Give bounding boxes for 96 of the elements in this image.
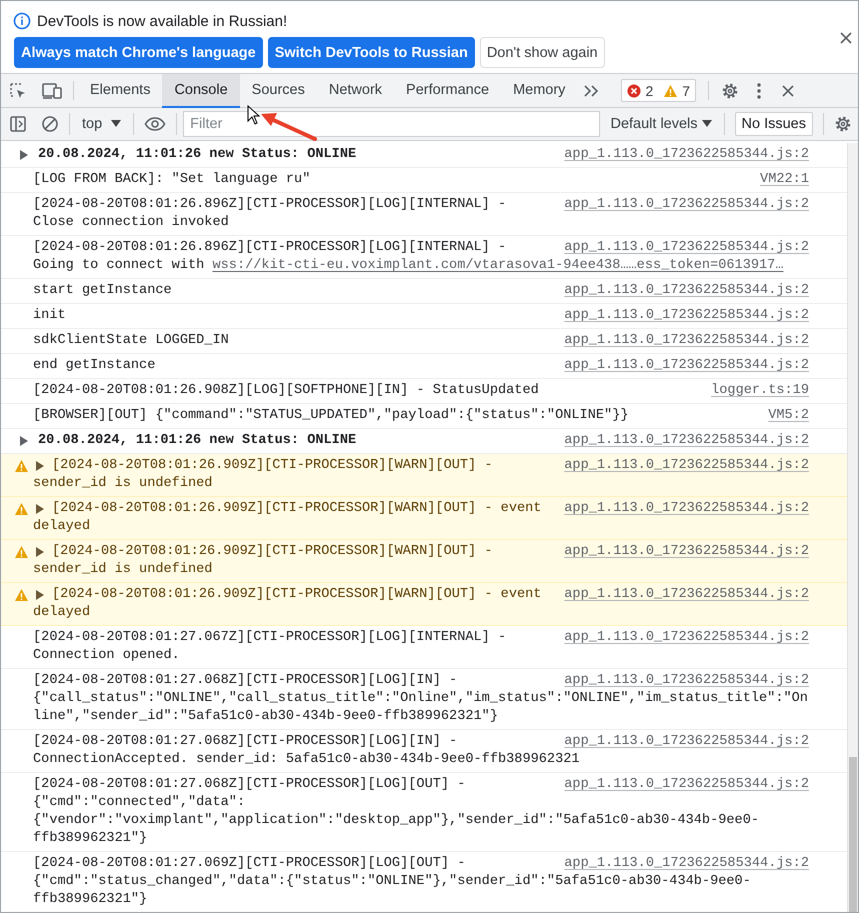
panel-tab[interactable]: Console — [162, 74, 240, 108]
source-link[interactable]: app_1.113.0_1723622585344.js:2 — [564, 332, 809, 350]
banner-button[interactable]: Switch DevTools to Russian — [268, 37, 475, 68]
warning-icon — [14, 459, 29, 473]
panel-tab[interactable]: Network — [316, 74, 394, 108]
warning-icon — [14, 545, 29, 559]
source-link[interactable]: app_1.113.0_1723622585344.js:2 — [564, 629, 809, 647]
log-message: 20.08.2024, 11:01:26 new Status: ONLINE — [38, 432, 356, 450]
info-icon — [13, 12, 31, 30]
warning-icon — [14, 502, 29, 516]
log-message-continuation: sender_id is undefined — [33, 475, 212, 493]
log-message: [2024-08-20T08:01:26.909Z][CTI-PROCESSOR][WARN][OUT] - — [52, 543, 493, 561]
settings-icon[interactable] — [720, 80, 740, 100]
expand-triangle-icon[interactable] — [36, 547, 44, 557]
source-link[interactable]: app_1.113.0_1723622585344.js:2 — [564, 672, 809, 690]
source-link[interactable]: logger.ts:19 — [711, 382, 809, 400]
log-message-continuation: Connection opened. — [33, 647, 180, 665]
source-link[interactable]: VM22:1 — [760, 171, 809, 189]
log-message-continuation: Close connection invoked — [33, 214, 229, 232]
log-message: init — [33, 307, 66, 325]
source-link[interactable]: app_1.113.0_1723622585344.js:2 — [564, 357, 809, 375]
banner-button[interactable]: Always match Chrome's language — [14, 37, 263, 68]
log-message: [2024-08-20T08:01:27.068Z][CTI-PROCESSOR][LOG][OUT] - — [33, 776, 466, 794]
panel-tab[interactable]: Sources — [240, 74, 317, 108]
expand-triangle-icon[interactable] — [36, 461, 44, 471]
log-message: [2024-08-20T08:01:26.909Z][CTI-PROCESSOR][WARN][OUT] - — [52, 457, 493, 475]
console-settings-icon[interactable] — [833, 114, 853, 134]
arrow-annotation — [259, 111, 317, 141]
log-message-continuation: ConnectionAccepted. sender_id: 5afa51c0-ab30-434b-9ee0-ffb389962321 — [33, 751, 580, 769]
source-link[interactable]: app_1.113.0_1723622585344.js:2 — [564, 307, 809, 325]
source-link[interactable]: VM5:2 — [768, 407, 809, 425]
source-link[interactable]: app_1.113.0_1723622585344.js:2 — [564, 196, 809, 214]
log-message: [LOG FROM BACK]: "Set language ru" — [33, 171, 310, 189]
eye-icon[interactable] — [144, 116, 166, 132]
expand-triangle-icon[interactable] — [36, 590, 44, 600]
log-message: [2024-08-20T08:01:27.068Z][CTI-PROCESSOR][LOG][IN] - — [33, 672, 458, 690]
log-message: [2024-08-20T08:01:26.896Z][CTI-PROCESSOR][LOG][INTERNAL] - — [33, 196, 506, 214]
close-icon[interactable] — [781, 84, 796, 98]
close-icon[interactable] — [839, 31, 853, 45]
error-icon — [627, 84, 642, 98]
clear-console-icon[interactable] — [41, 115, 59, 133]
log-message-continuation: delayed — [33, 518, 90, 536]
source-link[interactable]: app_1.113.0_1723622585344.js:2 — [564, 543, 809, 561]
source-link[interactable]: app_1.113.0_1723622585344.js:2 — [564, 586, 809, 604]
panel-tab[interactable]: Memory — [501, 74, 578, 108]
log-message: [2024-08-20T08:01:27.068Z][CTI-PROCESSOR][LOG][IN] - — [33, 733, 458, 751]
log-message-continuation: Going to connect with wss://kit-cti-eu.voximplant.com/vtarasova1-94ee438……ess_token=0613917… — [33, 257, 784, 275]
websocket-link[interactable]: wss://kit-cti-eu.voximplant.com/vtarasova1-94ee438……ess_token=0613917… — [212, 258, 784, 273]
filter-field[interactable]: Filter — [183, 111, 600, 137]
log-message: [BROWSER][OUT] {"command":"STATUS_UPDATED","payload":{"status":"ONLINE"}} — [33, 407, 629, 425]
context-dropdown[interactable]: top — [74, 116, 130, 132]
log-message: [2024-08-20T08:01:26.908Z][LOG][SOFTPHONE][IN] - StatusUpdated — [33, 382, 539, 400]
log-message-continuation: {"call_status":"ONLINE","call_status_title":"Online","im_status":"ONLINE","im_status_title":"On line","sender_id":"5afa51c0-ab30-434b-9ee0-ffb389962321"} — [33, 690, 808, 726]
source-link[interactable]: app_1.113.0_1723622585344.js:2 — [564, 239, 809, 257]
log-message: [2024-08-20T08:01:26.909Z][CTI-PROCESSOR][WARN][OUT] - event — [52, 500, 542, 518]
log-message-continuation: sender_id is undefined — [33, 561, 212, 579]
warning-icon — [14, 588, 29, 602]
source-link[interactable]: app_1.113.0_1723622585344.js:2 — [564, 776, 809, 794]
source-link[interactable]: app_1.113.0_1723622585344.js:2 — [564, 457, 809, 475]
banner-button[interactable]: Don't show again — [480, 37, 605, 68]
sidebar-icon[interactable] — [9, 115, 27, 133]
log-message-continuation: {"cmd":"status_changed","data":{"status":"ONLINE"},"sender_id":"5afa51c0-ab30-434b-9ee0- ffb389962321"} — [33, 873, 751, 909]
expand-triangle-icon[interactable] — [20, 436, 28, 446]
source-link[interactable]: app_1.113.0_1723622585344.js:2 — [564, 432, 809, 450]
log-message: [2024-08-20T08:01:26.896Z][CTI-PROCESSOR][LOG][INTERNAL] - — [33, 239, 506, 257]
scrollbar-thumb[interactable] — [849, 757, 857, 912]
issues-button[interactable]: No Issues — [734, 112, 813, 136]
log-message: [2024-08-20T08:01:26.909Z][CTI-PROCESSOR][WARN][OUT] - event — [52, 586, 542, 604]
issues-counter[interactable]: 2 7 — [621, 79, 696, 102]
more-options-icon[interactable] — [756, 82, 762, 100]
log-message: [2024-08-20T08:01:27.067Z][CTI-PROCESSOR][LOG][INTERNAL] - — [33, 629, 506, 647]
log-message: end getInstance — [33, 357, 156, 375]
log-message: start getInstance — [33, 282, 172, 300]
source-link[interactable]: app_1.113.0_1723622585344.js:2 — [564, 146, 809, 164]
warning-count: 7 — [682, 82, 690, 98]
expand-triangle-icon[interactable] — [36, 504, 44, 514]
log-message-continuation: {"cmd":"connected","data": {"vendor":"voximplant","application":"desktop_app"},"sender_id":"5afa51c0-ab30-434b-9ee0- ffb389962321"} — [33, 794, 760, 848]
log-message: sdkClientState LOGGED_IN — [33, 332, 229, 350]
error-count: 2 — [645, 82, 654, 98]
panel-tab[interactable]: Elements — [78, 74, 162, 108]
log-message-continuation: delayed — [33, 604, 90, 622]
source-link[interactable]: app_1.113.0_1723622585344.js:2 — [564, 855, 809, 873]
mouse-cursor-icon — [247, 105, 261, 125]
source-link[interactable]: app_1.113.0_1723622585344.js:2 — [564, 500, 809, 518]
expand-triangle-icon[interactable] — [20, 150, 28, 160]
dropdown-caret-icon — [111, 120, 122, 128]
warning-icon — [663, 84, 678, 98]
dropdown-caret-icon — [702, 120, 712, 128]
device-toolbar-icon[interactable] — [41, 80, 63, 100]
source-link[interactable]: app_1.113.0_1723622585344.js:2 — [564, 733, 809, 751]
log-message: [2024-08-20T08:01:27.069Z][CTI-PROCESSOR][LOG][OUT] - — [33, 855, 466, 873]
panel-tab[interactable]: Performance — [394, 74, 502, 108]
banner-message: DevTools is now available in Russian! — [37, 12, 288, 30]
source-link[interactable]: app_1.113.0_1723622585344.js:2 — [564, 282, 809, 300]
log-message: 20.08.2024, 11:01:26 new Status: ONLINE — [38, 146, 356, 164]
log-levels-dropdown[interactable]: Default levels — [602, 116, 720, 132]
